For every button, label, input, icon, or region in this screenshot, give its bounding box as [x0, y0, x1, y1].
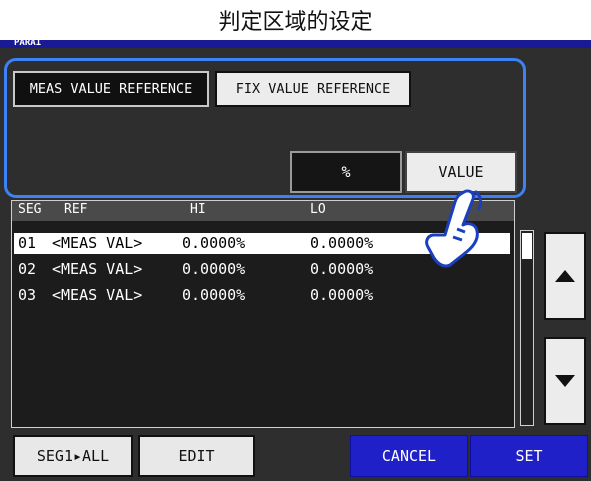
- parameter-tag: PARA1: [14, 38, 42, 48]
- column-header-seg: SEG: [18, 202, 42, 217]
- column-header-lo: LO: [310, 202, 326, 217]
- seg-cell: 03: [18, 286, 37, 304]
- scrollbar-thumb[interactable]: [522, 233, 532, 259]
- hi-cell: 0.0000%: [182, 260, 246, 278]
- scroll-up-button[interactable]: [544, 232, 586, 320]
- hi-cell: 0.0000%: [182, 286, 246, 304]
- seg-cell: 01: [18, 234, 37, 252]
- lo-cell: 0.0000%: [310, 234, 374, 252]
- pointing-hand-icon: [425, 189, 483, 268]
- down-arrow-icon: [555, 375, 575, 387]
- cancel-button[interactable]: CANCEL: [350, 435, 468, 477]
- ref-cell: <MEAS VAL>: [52, 260, 143, 278]
- table-scrollbar[interactable]: [520, 230, 534, 426]
- judgment-area-settings-screen: 判定区域的设定 PARA1 MEAS VALUE REFERENCE FIX V…: [0, 0, 591, 481]
- ref-cell: <MEAS VAL>: [52, 286, 143, 304]
- set-button[interactable]: SET: [470, 435, 588, 477]
- parameter-bar: PARA1: [0, 38, 591, 48]
- lo-cell: 0.0000%: [310, 286, 374, 304]
- window-title: 判定区域的设定: [0, 0, 591, 40]
- ref-cell: <MEAS VAL>: [52, 234, 143, 252]
- column-header-ref: REF: [64, 202, 88, 217]
- lo-cell: 0.0000%: [310, 260, 374, 278]
- table-row[interactable]: 03 <MEAS VAL> 0.0000% 0.0000%: [14, 285, 510, 306]
- seg-cell: 02: [18, 260, 37, 278]
- seg-to-all-button[interactable]: SEG1▸ALL: [13, 435, 133, 477]
- edit-button[interactable]: EDIT: [138, 435, 255, 477]
- hi-cell: 0.0000%: [182, 234, 246, 252]
- highlight-frame: [4, 58, 526, 198]
- column-header-hi: HI: [190, 202, 206, 217]
- up-arrow-icon: [555, 270, 575, 282]
- scroll-down-button[interactable]: [544, 337, 586, 425]
